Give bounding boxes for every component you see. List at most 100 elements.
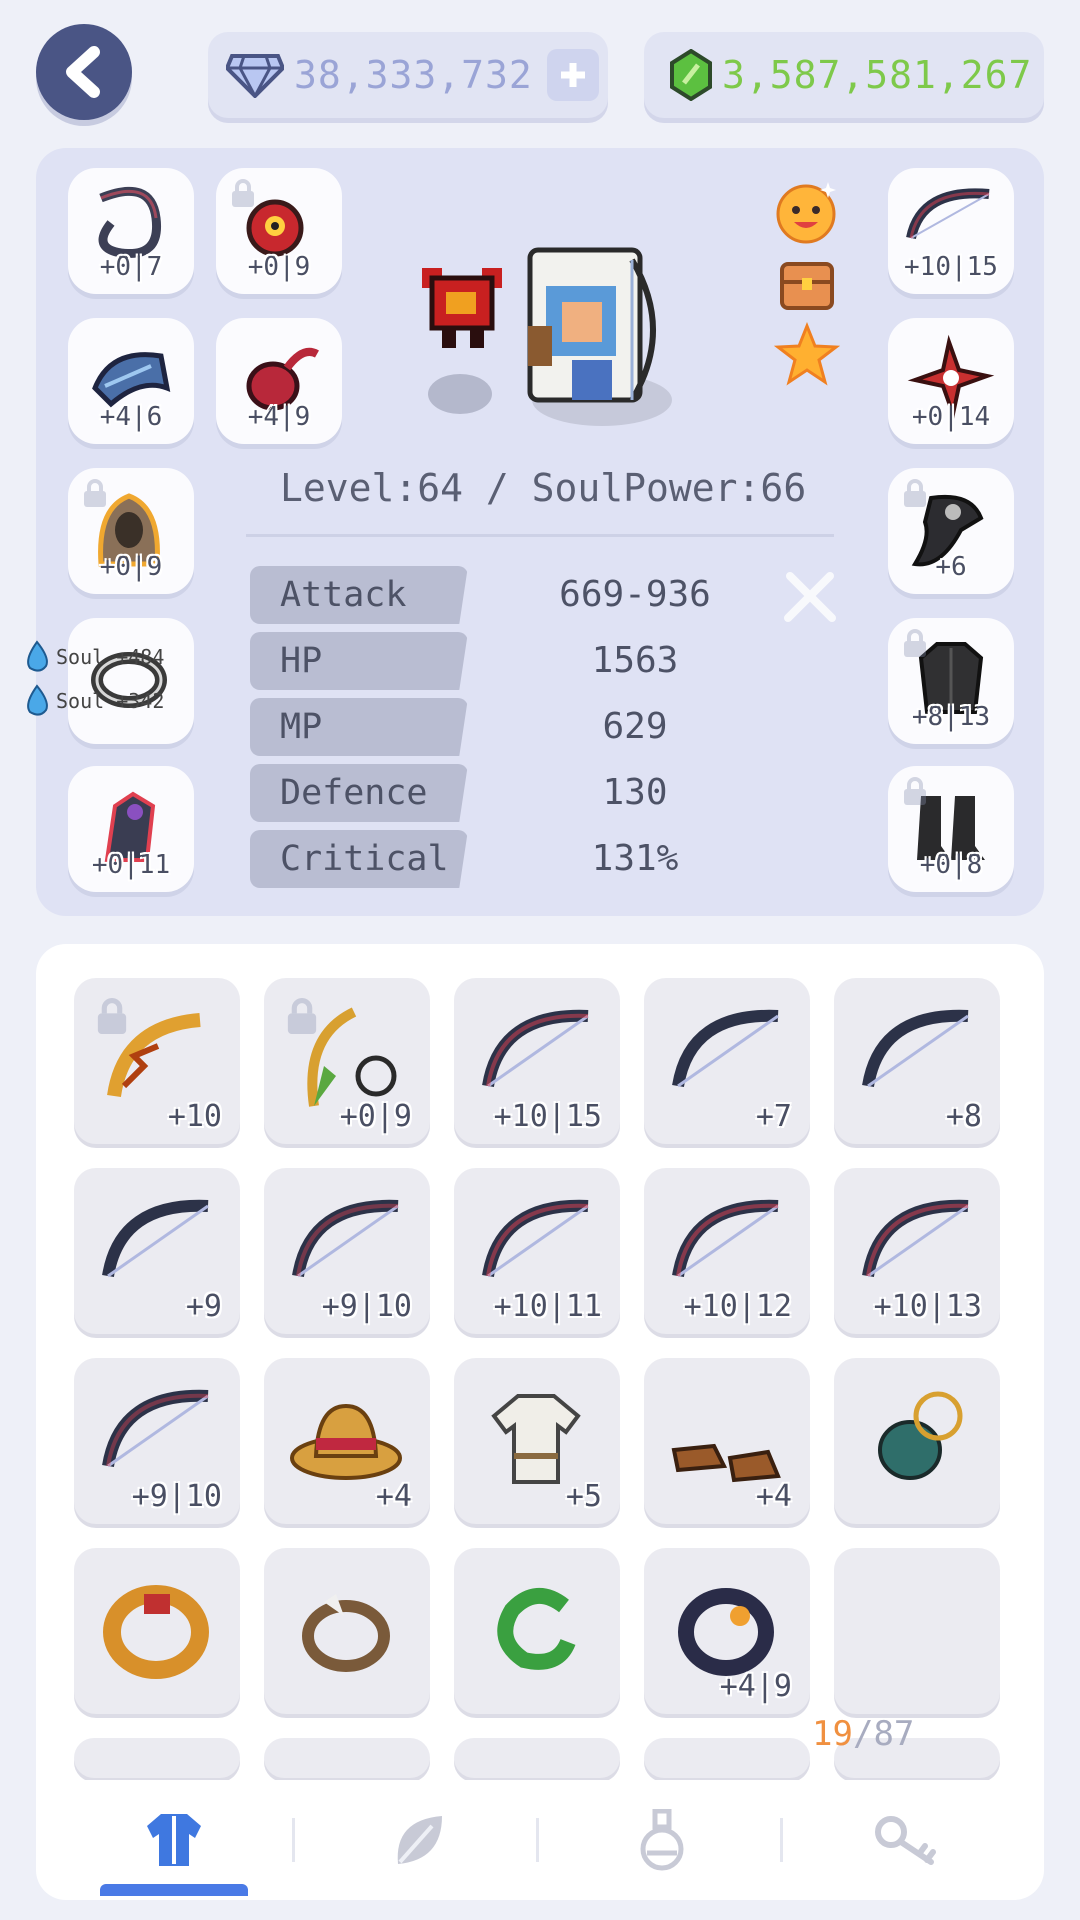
inventory-slot[interactable] [454, 1738, 620, 1778]
lock-icon [84, 479, 106, 507]
soul-bonus-text: Soul +342 [56, 689, 165, 713]
stat-label-critical: Critical [250, 830, 468, 888]
inventory-slot[interactable] [264, 1548, 430, 1714]
inventory-counter: 19/87 [812, 1714, 914, 1754]
green-gem-count: 3,587,581,267 [722, 53, 1033, 97]
equip-slot-gloves[interactable]: +4|6 [68, 318, 194, 444]
item-level: +7 [755, 1099, 792, 1134]
hero-sprite [527, 247, 656, 403]
item-level: +4 [375, 1479, 412, 1514]
inventory-slot[interactable] [454, 1548, 620, 1714]
gem-balance: 38,333,732 [208, 32, 608, 118]
inventory-slot[interactable] [644, 1738, 810, 1778]
equip-slot-pouch[interactable]: +4|9 [216, 318, 342, 444]
potion-icon [640, 1809, 684, 1871]
stat-label-hp: HP [250, 632, 468, 690]
stat-label-attack: Attack [250, 566, 468, 624]
equip-slot-ring[interactable] [68, 618, 194, 744]
soul-drop-icon [27, 640, 48, 672]
equip-slot-armor[interactable]: +0|11 [68, 766, 194, 892]
inventory-slot[interactable]: +7 [644, 978, 810, 1144]
stat-value-mp: 629 [602, 706, 668, 747]
equip-slot-necklace[interactable]: +0|7 [68, 168, 194, 294]
item-level: +9|10 [321, 1289, 412, 1324]
inventory-slot[interactable]: +4|9 [644, 1548, 810, 1714]
leaf-icon [397, 1816, 442, 1864]
inventory-count-current: 19 [812, 1714, 853, 1754]
stat-value-critical: 131% [591, 838, 679, 879]
equip-slot-hood[interactable]: +0|9 [68, 468, 194, 594]
item-level: +4 [755, 1479, 792, 1514]
inventory-slot[interactable]: +10|11 [454, 1168, 620, 1334]
slot-level: +0|8 [919, 850, 983, 880]
item-level: +10|15 [493, 1099, 602, 1134]
inventory-slot[interactable]: +9|10 [264, 1168, 430, 1334]
lock-icon [232, 179, 254, 207]
tab-separator [292, 1818, 295, 1862]
armor-icon [147, 1814, 201, 1866]
inventory-slot[interactable] [264, 1738, 430, 1778]
star-icon[interactable] [774, 322, 840, 388]
inventory-slot[interactable]: +4 [644, 1358, 810, 1524]
tab-separator [780, 1818, 783, 1862]
bone-ring-icon [302, 1594, 390, 1672]
emote-icon[interactable] [774, 178, 840, 244]
lock-icon [904, 777, 926, 805]
add-gems-button[interactable] [546, 49, 599, 101]
character-sprite [422, 247, 672, 426]
inventory-slot[interactable]: +9 [74, 1168, 240, 1334]
inventory-count-separator: / [852, 1714, 874, 1754]
inventory-slot[interactable]: +10|15 [454, 978, 620, 1144]
slot-level: +6 [935, 552, 967, 582]
item-level: +9|10 [131, 1479, 222, 1514]
soul-bonus-text: Soul +484 [56, 645, 165, 669]
equip-slot-amulet[interactable]: +0|9 [216, 168, 342, 294]
inventory-slot[interactable]: +0|9 [264, 978, 430, 1144]
inventory-slot[interactable]: +9|10 [74, 1358, 240, 1524]
lock-icon [904, 629, 926, 657]
equip-slot-chest[interactable]: +8|13 [888, 618, 1014, 744]
soul-bonus-2: Soul +342 [22, 684, 164, 718]
inventory-slot[interactable] [834, 1358, 1000, 1524]
inventory-slot[interactable]: +5 [454, 1358, 620, 1524]
equip-slot-boots[interactable]: +0|8 [888, 766, 1014, 892]
item-level: +8 [945, 1099, 982, 1134]
tab-leaf[interactable] [358, 1802, 478, 1878]
slot-level: +0|9 [247, 252, 311, 282]
inventory-slot-empty[interactable] [834, 1548, 1000, 1714]
stat-value-hp: 1563 [591, 640, 679, 681]
inventory-slot[interactable]: +10|12 [644, 1168, 810, 1334]
inventory-slot[interactable]: +8 [834, 978, 1000, 1144]
tab-key[interactable] [846, 1802, 966, 1878]
pet-sprite [422, 268, 502, 348]
inventory-slot[interactable] [74, 1548, 240, 1714]
treasure-chest-icon[interactable] [774, 250, 840, 316]
inventory-slot[interactable] [74, 1738, 240, 1778]
tab-potion[interactable] [602, 1802, 722, 1878]
item-level: +0|9 [339, 1099, 412, 1134]
level-soulpower-text: Level:64 / SoulPower:66 [280, 466, 807, 510]
tab-equipment[interactable] [114, 1802, 234, 1878]
slot-level: +0|9 [99, 552, 163, 582]
equip-slot-weapon[interactable]: +10|15 [888, 168, 1014, 294]
inventory-slot[interactable]: +10|13 [834, 1168, 1000, 1334]
slot-level: +8|13 [911, 702, 991, 732]
stat-label-defence: Defence [250, 764, 468, 822]
slot-level: +0|7 [99, 252, 163, 282]
item-level: +10|11 [493, 1289, 602, 1324]
teal-bag-icon [878, 1391, 963, 1480]
equip-slot-shuriken[interactable]: +0|14 [888, 318, 1014, 444]
green-gem-icon [670, 49, 712, 101]
inventory-slot[interactable]: +4 [264, 1358, 430, 1524]
soul-bonus-1: Soul +484 [22, 640, 164, 674]
slot-level: +0|14 [911, 402, 991, 432]
inventory-slot[interactable]: +10 [74, 978, 240, 1144]
swords-icon[interactable] [780, 566, 840, 626]
item-level: +10|13 [873, 1289, 982, 1324]
equip-slot-helmet[interactable]: +6 [888, 468, 1014, 594]
stat-value-attack: 669-936 [559, 574, 711, 615]
back-button[interactable] [36, 24, 132, 120]
slot-level: +4|9 [247, 402, 311, 432]
lock-icon [287, 998, 317, 1034]
gem-count: 38,333,732 [294, 53, 533, 97]
